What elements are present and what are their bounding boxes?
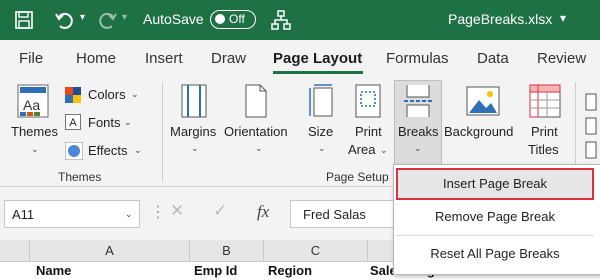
colors-icon	[65, 87, 81, 106]
tab-review[interactable]: Review	[537, 50, 586, 67]
select-all-corner[interactable]	[0, 240, 30, 261]
tab-draw[interactable]: Draw	[211, 50, 246, 67]
remove-page-break-item[interactable]: Remove Page Break	[396, 201, 594, 233]
insert-page-break-item[interactable]: Insert Page Break	[396, 168, 594, 200]
themes-chevron-icon: ⌄	[31, 144, 39, 154]
fonts-button[interactable]: A Fonts ⌄	[62, 112, 142, 134]
cell[interactable]: Emp Id	[194, 262, 237, 280]
column-header[interactable]: C	[264, 240, 368, 261]
undo-icon[interactable]	[54, 9, 76, 34]
autosave-state: Off	[229, 12, 245, 26]
formula-content: Fred Salas	[303, 207, 366, 222]
tab-data[interactable]: Data	[477, 50, 509, 67]
fonts-label: Fonts	[88, 115, 121, 130]
save-icon[interactable]	[14, 10, 34, 33]
column-header[interactable]: A	[30, 240, 190, 261]
svg-text:Aa: Aa	[23, 97, 40, 113]
effects-chevron-icon: ⌄	[134, 145, 142, 155]
print-titles-label-1: Print	[531, 124, 558, 139]
orientation-chevron-icon: ⌄	[255, 143, 263, 153]
fonts-chevron-icon: ⌄	[124, 117, 132, 127]
colors-chevron-icon: ⌄	[131, 89, 139, 99]
print-titles-icon	[529, 84, 561, 121]
colors-button[interactable]: Colors ⌄	[62, 84, 142, 106]
insert-function-icon[interactable]: fx	[257, 202, 269, 222]
tab-formulas[interactable]: Formulas	[386, 50, 449, 67]
cell[interactable]: Region	[268, 262, 312, 280]
active-tab-indicator	[273, 71, 363, 74]
tab-file[interactable]: File	[19, 50, 43, 67]
menu-divider	[396, 235, 594, 236]
file-name[interactable]: PageBreaks.xlsx	[448, 11, 552, 27]
fonts-icon: A	[65, 114, 81, 130]
print-area-icon	[354, 84, 382, 121]
name-box-chevron-icon: ⌄	[125, 209, 133, 219]
size-button[interactable]: Size ⌄	[304, 84, 340, 164]
breaks-chevron-icon: ⌄	[414, 143, 422, 153]
margins-icon	[180, 84, 208, 121]
orientation-icon	[242, 84, 272, 121]
background-icon	[466, 84, 500, 121]
tab-home[interactable]: Home	[76, 50, 116, 67]
page-setup-group-label: Page Setup	[326, 170, 389, 184]
breaks-label: Breaks	[398, 124, 439, 139]
formula-bar-more-icon[interactable]: ⋮	[150, 202, 166, 222]
print-area-chevron-icon: ⌄	[380, 145, 388, 155]
enter-icon[interactable]: ✓	[213, 201, 227, 221]
orientation-label: Orientation	[224, 124, 288, 139]
title-bar: ▾ ▾ AutoSave Off PageBreaks.xlsx ▾	[0, 0, 600, 40]
filename-dropdown-icon[interactable]: ▾	[560, 11, 566, 25]
column-header[interactable]: B	[190, 240, 264, 261]
print-area-label-2: Area	[348, 142, 376, 157]
tab-page-layout[interactable]: Page Layout	[273, 50, 362, 67]
print-area-button[interactable]: Print Area ⌄	[346, 84, 388, 164]
width-icon[interactable]	[584, 92, 598, 165]
themes-icon: Aa	[17, 84, 51, 121]
background-button[interactable]: Background	[444, 84, 520, 144]
background-label: Background	[444, 124, 514, 139]
autosave-label: AutoSave	[143, 11, 204, 27]
name-box-value: A11	[12, 207, 35, 222]
size-icon	[308, 84, 334, 121]
tab-insert[interactable]: Insert	[145, 50, 183, 67]
themes-label[interactable]: Themes	[11, 124, 58, 139]
effects-label: Effects	[88, 143, 128, 158]
size-label: Size	[308, 124, 334, 139]
redo-dropdown-icon[interactable]: ▾	[122, 12, 127, 23]
print-area-label-1: Print	[355, 124, 382, 139]
group-divider	[162, 82, 163, 182]
reset-all-page-breaks-item[interactable]: Reset All Page Breaks	[396, 238, 594, 270]
margins-label: Margins	[170, 124, 217, 139]
print-titles-button[interactable]: Print Titles	[525, 84, 565, 164]
cancel-icon[interactable]: ✕	[170, 201, 184, 221]
hierarchy-icon[interactable]	[270, 9, 292, 34]
size-chevron-icon: ⌄	[318, 143, 326, 153]
autosave-toggle[interactable]: Off	[210, 10, 256, 29]
effects-button[interactable]: Effects ⌄	[62, 140, 142, 162]
effects-icon	[64, 141, 84, 163]
margins-chevron-icon: ⌄	[191, 143, 199, 153]
colors-label: Colors	[88, 87, 126, 102]
orientation-button[interactable]: Orientation ⌄	[224, 84, 296, 164]
toggle-knob-icon	[215, 14, 225, 24]
margins-button[interactable]: Margins ⌄	[170, 84, 222, 164]
breaks-button[interactable]: Breaks ⌄	[394, 80, 442, 168]
breaks-icon	[403, 84, 433, 121]
cell[interactable]: Name	[36, 262, 71, 280]
print-titles-label-2: Titles	[528, 142, 559, 157]
undo-dropdown-icon[interactable]: ▾	[80, 12, 85, 23]
name-box[interactable]: A11 ⌄	[4, 200, 140, 228]
redo-icon[interactable]	[96, 9, 118, 34]
themes-group-label: Themes	[58, 170, 102, 184]
